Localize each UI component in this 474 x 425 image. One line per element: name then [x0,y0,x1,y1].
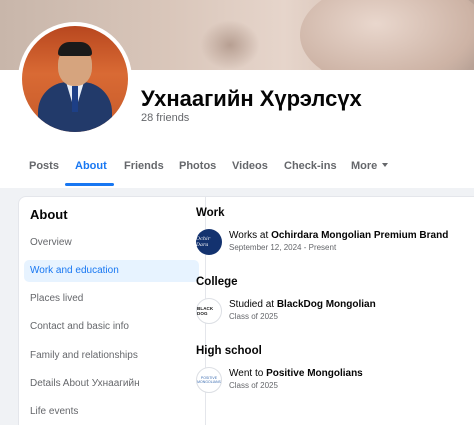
tab-more[interactable]: More [351,150,389,186]
active-tab-indicator [65,183,114,186]
college-entry: Studied at BlackDog Mongolian [229,299,376,310]
college-org-link[interactable]: BlackDog Mongolian [277,299,376,310]
cover-shape [300,0,474,78]
avatar-hair [58,42,92,56]
college-logo-icon[interactable]: BLACK DOG [196,298,222,324]
caret-down-icon [382,163,389,168]
about-nav-places-lived[interactable]: Places lived [24,288,199,310]
tab-check-ins[interactable]: Check-ins [284,150,337,186]
college-class: Class of 2025 [229,312,278,321]
tab-videos[interactable]: Videos [232,150,268,186]
work-dates: September 12, 2024 - Present [229,243,337,252]
high-school-org-link[interactable]: Positive Mongolians [266,368,363,379]
high-school-class: Class of 2025 [229,381,278,390]
cover-shape [200,20,260,70]
work-prefix: Works at [229,230,269,241]
high-school-entry: Went to Positive Mongolians [229,368,363,379]
avatar-image [22,26,128,132]
about-nav-work-education[interactable]: Work and education [24,260,199,282]
friends-count[interactable]: 28 friends [141,112,189,124]
tab-more-label: More [351,160,378,172]
about-nav-contact-info[interactable]: Contact and basic info [24,316,199,338]
profile-name: Ухнаагийн Хүрэлсүх [141,86,362,111]
about-title: About [30,207,68,222]
work-org-link[interactable]: Ochirdara Mongolian Premium Brand [271,230,448,241]
college-logo-text: BLACK DOG [197,306,214,316]
avatar-tie [72,86,78,112]
tab-posts[interactable]: Posts [29,150,59,186]
tab-friends[interactable]: Friends [124,150,164,186]
high-school-logo-text: POSITIVE MONGOLIANS [197,376,221,384]
high-school-prefix: Went to [229,368,264,379]
work-org-logo-text: Ochir Dara [196,236,211,248]
work-org-logo-icon[interactable]: Ochir Dara [196,229,222,255]
avatar[interactable] [18,22,132,136]
about-nav-details[interactable]: Details About Ухнаагийн [24,373,199,395]
work-entry: Works at Ochirdara Mongolian Premium Bra… [229,230,448,241]
college-section-title: College [196,276,238,288]
tab-photos[interactable]: Photos [179,150,216,186]
profile-tabs: Posts About Friends Photos Videos Check-… [0,150,474,186]
about-nav-life-events[interactable]: Life events [24,401,199,423]
work-section-title: Work [196,207,225,219]
high-school-logo-icon[interactable]: POSITIVE MONGOLIANS [196,367,222,393]
tab-about[interactable]: About [75,150,107,186]
college-prefix: Studied at [229,299,275,310]
about-nav-overview[interactable]: Overview [24,232,199,254]
about-nav-family[interactable]: Family and relationships [24,345,199,367]
high-school-section-title: High school [196,345,262,357]
